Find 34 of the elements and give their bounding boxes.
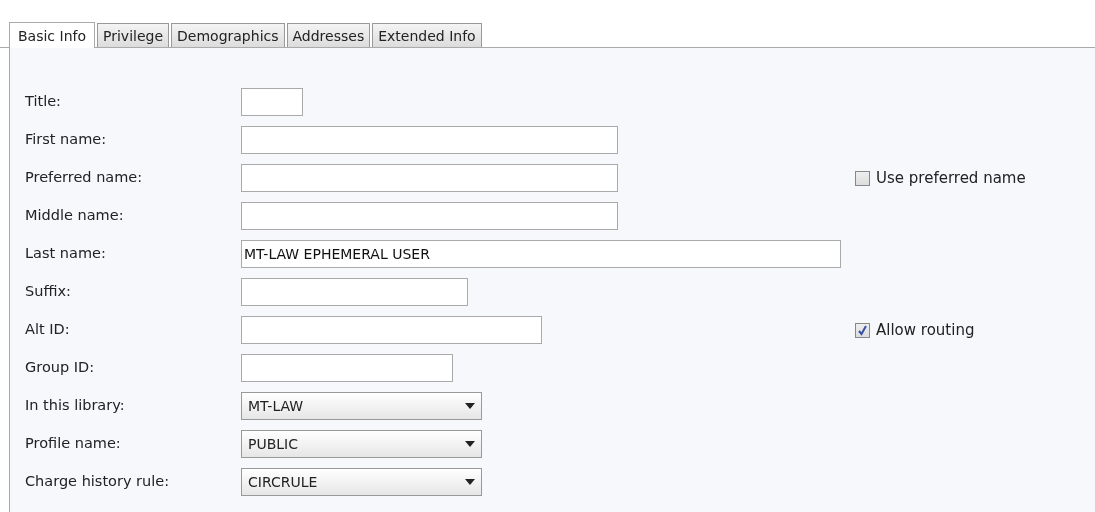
field-label: Alt ID:: [25, 320, 71, 340]
dropdown-arrow-icon: [465, 479, 475, 485]
tab[interactable]: Privilege: [97, 23, 170, 47]
dropdown[interactable]: CIRCRULE: [241, 468, 482, 496]
checkbox[interactable]: [855, 170, 870, 186]
field-label: Title:: [25, 92, 62, 112]
tab[interactable]: Basic Info: [9, 22, 95, 48]
text-field[interactable]: MT-LAW EPHEMERAL USER: [241, 240, 841, 268]
text-field[interactable]: [241, 316, 542, 344]
text-field[interactable]: [241, 202, 618, 230]
text-field[interactable]: [241, 88, 303, 116]
text-field[interactable]: [241, 164, 618, 192]
text-field[interactable]: [241, 278, 468, 306]
field-label: First name:: [25, 130, 108, 150]
text-field[interactable]: [241, 126, 618, 154]
checkbox[interactable]: [855, 322, 870, 338]
tab[interactable]: Extended Info: [372, 23, 482, 47]
field-label: Middle name:: [25, 206, 125, 226]
field-label: Preferred name:: [25, 168, 144, 188]
field-label: Group ID:: [25, 358, 96, 378]
dropdown-arrow-icon: [465, 441, 475, 447]
field-label: Profile name:: [25, 434, 122, 454]
dropdown[interactable]: MT-LAW: [241, 392, 482, 420]
text-field[interactable]: [241, 354, 453, 382]
checkbox-label: Use preferred name: [876, 167, 1026, 189]
dropdown[interactable]: PUBLIC: [241, 430, 482, 458]
tab[interactable]: Addresses: [286, 23, 371, 47]
field-label: Suffix:: [25, 282, 72, 302]
checkbox-label: Allow routing: [876, 319, 975, 341]
field-label: Last name:: [25, 244, 107, 264]
field-label: Charge history rule:: [25, 472, 171, 492]
field-label: In this library:: [25, 396, 126, 416]
dropdown-arrow-icon: [465, 403, 475, 409]
tab[interactable]: Demographics: [171, 23, 285, 47]
